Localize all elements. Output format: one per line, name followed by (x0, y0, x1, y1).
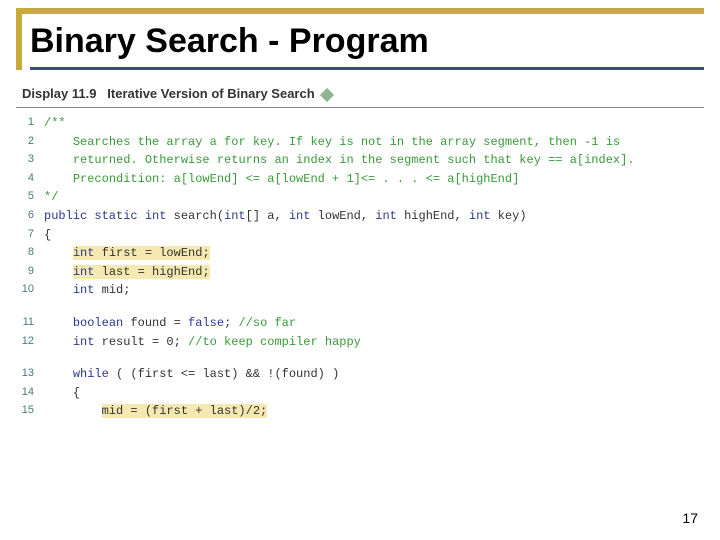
code-token: key) (491, 209, 527, 223)
line-number: 9 (16, 263, 44, 280)
code-line: 1/** (16, 114, 704, 133)
keyword-text: int (224, 209, 246, 223)
code-line: 9 int last = highEnd; (16, 263, 704, 282)
code-token: highEnd, (397, 209, 469, 223)
code-line: 7{ (16, 226, 704, 245)
code-text: */ (44, 188, 58, 207)
keyword-text: int (375, 209, 397, 223)
slide: Binary Search - Program Display 11.9 Ite… (0, 0, 720, 540)
keyword-text: false (188, 316, 224, 330)
line-number: 3 (16, 151, 44, 168)
line-number: 5 (16, 188, 44, 205)
keyword-text: while (73, 367, 109, 381)
code-text: int mid; (44, 281, 130, 300)
comment-text: /** (44, 116, 66, 130)
code-listing: 1/**2 Searches the array a for key. If k… (16, 108, 704, 421)
comment-text: */ (44, 190, 58, 204)
keyword-text: int (73, 265, 95, 279)
comment-text: //to keep compiler happy (188, 335, 361, 349)
keyword-text: public static int (44, 209, 166, 223)
line-number: 2 (16, 133, 44, 150)
line-number: 13 (16, 365, 44, 382)
code-line: 2 Searches the array a for key. If key i… (16, 133, 704, 152)
line-number: 10 (16, 281, 44, 298)
code-token: [] a, (246, 209, 289, 223)
code-token: ; (224, 316, 238, 330)
blank-line (16, 351, 704, 365)
code-line: 8 int first = lowEnd; (16, 244, 704, 263)
code-text: while ( (first <= last) && !(found) ) (44, 365, 339, 384)
code-text: public static int search(int[] a, int lo… (44, 207, 527, 226)
keyword-text: int (469, 209, 491, 223)
code-token: first = lowEnd; (94, 246, 209, 260)
code-token: lowEnd, (310, 209, 375, 223)
code-line: 6public static int search(int[] a, int l… (16, 207, 704, 226)
line-number: 1 (16, 114, 44, 131)
line-number: 7 (16, 226, 44, 243)
line-number: 6 (16, 207, 44, 224)
code-token: search( (166, 209, 224, 223)
display-label: Display 11.9 (22, 86, 96, 101)
code-text: { (44, 226, 51, 245)
keyword-text: boolean (73, 316, 123, 330)
code-line: 3 returned. Otherwise returns an index i… (16, 151, 704, 170)
display-title: Iterative Version of Binary Search (107, 86, 314, 101)
line-number: 14 (16, 384, 44, 401)
line-number: 4 (16, 170, 44, 187)
line-number: 11 (16, 314, 44, 331)
code-token: last = highEnd; (94, 265, 209, 279)
code-line: 4 Precondition: a[lowEnd] <= a[lowEnd + … (16, 170, 704, 189)
code-text: int first = lowEnd; (44, 244, 210, 263)
keyword-text: int (73, 246, 95, 260)
code-text: /** (44, 114, 66, 133)
code-token: mid = (first + last)/2; (102, 404, 268, 418)
line-number: 15 (16, 402, 44, 419)
line-number: 12 (16, 333, 44, 350)
code-text: { (44, 384, 80, 403)
code-token: { (44, 228, 51, 242)
diamond-icon (320, 87, 334, 101)
code-text: boolean found = false; //so far (44, 314, 296, 333)
keyword-text: int (73, 283, 95, 297)
code-line: 14 { (16, 384, 704, 403)
code-text: Searches the array a for key. If key is … (44, 133, 620, 152)
code-line: 12 int result = 0; //to keep compiler ha… (16, 333, 704, 352)
comment-text: returned. Otherwise returns an index in … (73, 153, 635, 167)
blank-line (16, 300, 704, 314)
code-token: { (73, 386, 80, 400)
code-text: int last = highEnd; (44, 263, 210, 282)
code-token: mid; (94, 283, 130, 297)
keyword-text: int (289, 209, 311, 223)
code-text: int result = 0; //to keep compiler happy (44, 333, 361, 352)
page-number: 17 (682, 510, 698, 526)
line-number: 8 (16, 244, 44, 261)
title-frame: Binary Search - Program (16, 8, 704, 70)
code-line: 10 int mid; (16, 281, 704, 300)
code-text: mid = (first + last)/2; (44, 402, 267, 421)
display-header: Display 11.9 Iterative Version of Binary… (16, 74, 704, 108)
keyword-text: int (73, 335, 95, 349)
slide-title: Binary Search - Program (30, 22, 704, 70)
code-token: result = 0; (94, 335, 188, 349)
code-token: ( (first <= last) && !(found) ) (109, 367, 339, 381)
comment-text: Searches the array a for key. If key is … (73, 135, 620, 149)
code-token: found = (123, 316, 188, 330)
comment-text: Precondition: a[lowEnd] <= a[lowEnd + 1]… (73, 172, 519, 186)
code-line: 13 while ( (first <= last) && !(found) ) (16, 365, 704, 384)
code-text: Precondition: a[lowEnd] <= a[lowEnd + 1]… (44, 170, 519, 189)
code-line: 15 mid = (first + last)/2; (16, 402, 704, 421)
code-line: 11 boolean found = false; //so far (16, 314, 704, 333)
code-text: returned. Otherwise returns an index in … (44, 151, 635, 170)
code-line: 5*/ (16, 188, 704, 207)
comment-text: //so far (238, 316, 296, 330)
